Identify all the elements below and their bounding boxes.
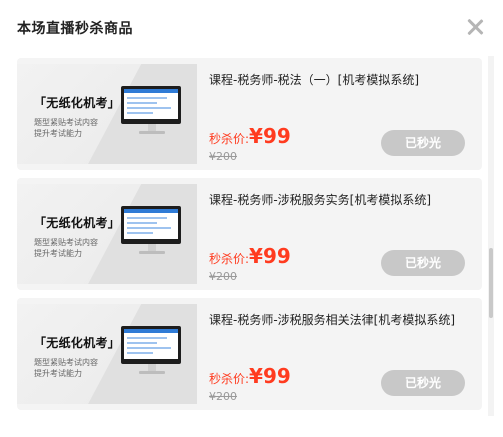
- product-card: 「无纸化机考」 题型紧贴考试内容 提升考试能力 课程-税务师-涉税服务相关法律[…: [17, 298, 482, 410]
- sold-out-button[interactable]: 已秒光: [381, 250, 465, 276]
- monitor-icon: [121, 206, 183, 254]
- seckill-price: 秒杀价:¥99: [209, 244, 291, 268]
- product-name: 课程-税务师-涉税服务实务[机考模拟系统]: [209, 193, 432, 207]
- original-price: ¥200: [209, 390, 237, 403]
- sold-out-button[interactable]: 已秒光: [381, 370, 465, 396]
- thumbnail-subtitle: 题型紧贴考试内容 提升考试能力: [34, 118, 98, 138]
- sold-out-button[interactable]: 已秒光: [381, 130, 465, 156]
- seckill-price: 秒杀价:¥99: [209, 124, 291, 148]
- thumbnail-title: 「无纸化机考」: [34, 216, 121, 230]
- dialog-header: 本场直播秒杀商品: [0, 0, 503, 56]
- dialog-title: 本场直播秒杀商品: [17, 21, 133, 37]
- thumbnail-subtitle: 题型紧贴考试内容 提升考试能力: [34, 358, 98, 378]
- close-icon[interactable]: [464, 16, 486, 38]
- monitor-icon: [121, 326, 183, 374]
- product-card: 「无纸化机考」 题型紧贴考试内容 提升考试能力 课程-税务师-税法（一）[机考模…: [17, 58, 482, 170]
- seckill-price: 秒杀价:¥99: [209, 364, 291, 388]
- product-name: 课程-税务师-涉税服务相关法律[机考模拟系统]: [209, 313, 456, 327]
- product-list: 「无纸化机考」 题型紧贴考试内容 提升考试能力 课程-税务师-税法（一）[机考模…: [17, 58, 482, 418]
- monitor-icon: [121, 86, 183, 134]
- scrollbar-track[interactable]: [488, 56, 494, 416]
- scrollbar-thumb[interactable]: [489, 248, 493, 318]
- product-name: 课程-税务师-税法（一）[机考模拟系统]: [209, 73, 420, 87]
- product-thumbnail: 「无纸化机考」 题型紧贴考试内容 提升考试能力: [17, 304, 197, 404]
- thumbnail-title: 「无纸化机考」: [34, 336, 121, 350]
- product-thumbnail: 「无纸化机考」 题型紧贴考试内容 提升考试能力: [17, 184, 197, 284]
- thumbnail-subtitle: 题型紧贴考试内容 提升考试能力: [34, 238, 98, 258]
- original-price: ¥200: [209, 150, 237, 163]
- product-thumbnail: 「无纸化机考」 题型紧贴考试内容 提升考试能力: [17, 64, 197, 164]
- product-card: 「无纸化机考」 题型紧贴考试内容 提升考试能力 课程-税务师-涉税服务实务[机考…: [17, 178, 482, 290]
- original-price: ¥200: [209, 270, 237, 283]
- thumbnail-title: 「无纸化机考」: [34, 96, 121, 110]
